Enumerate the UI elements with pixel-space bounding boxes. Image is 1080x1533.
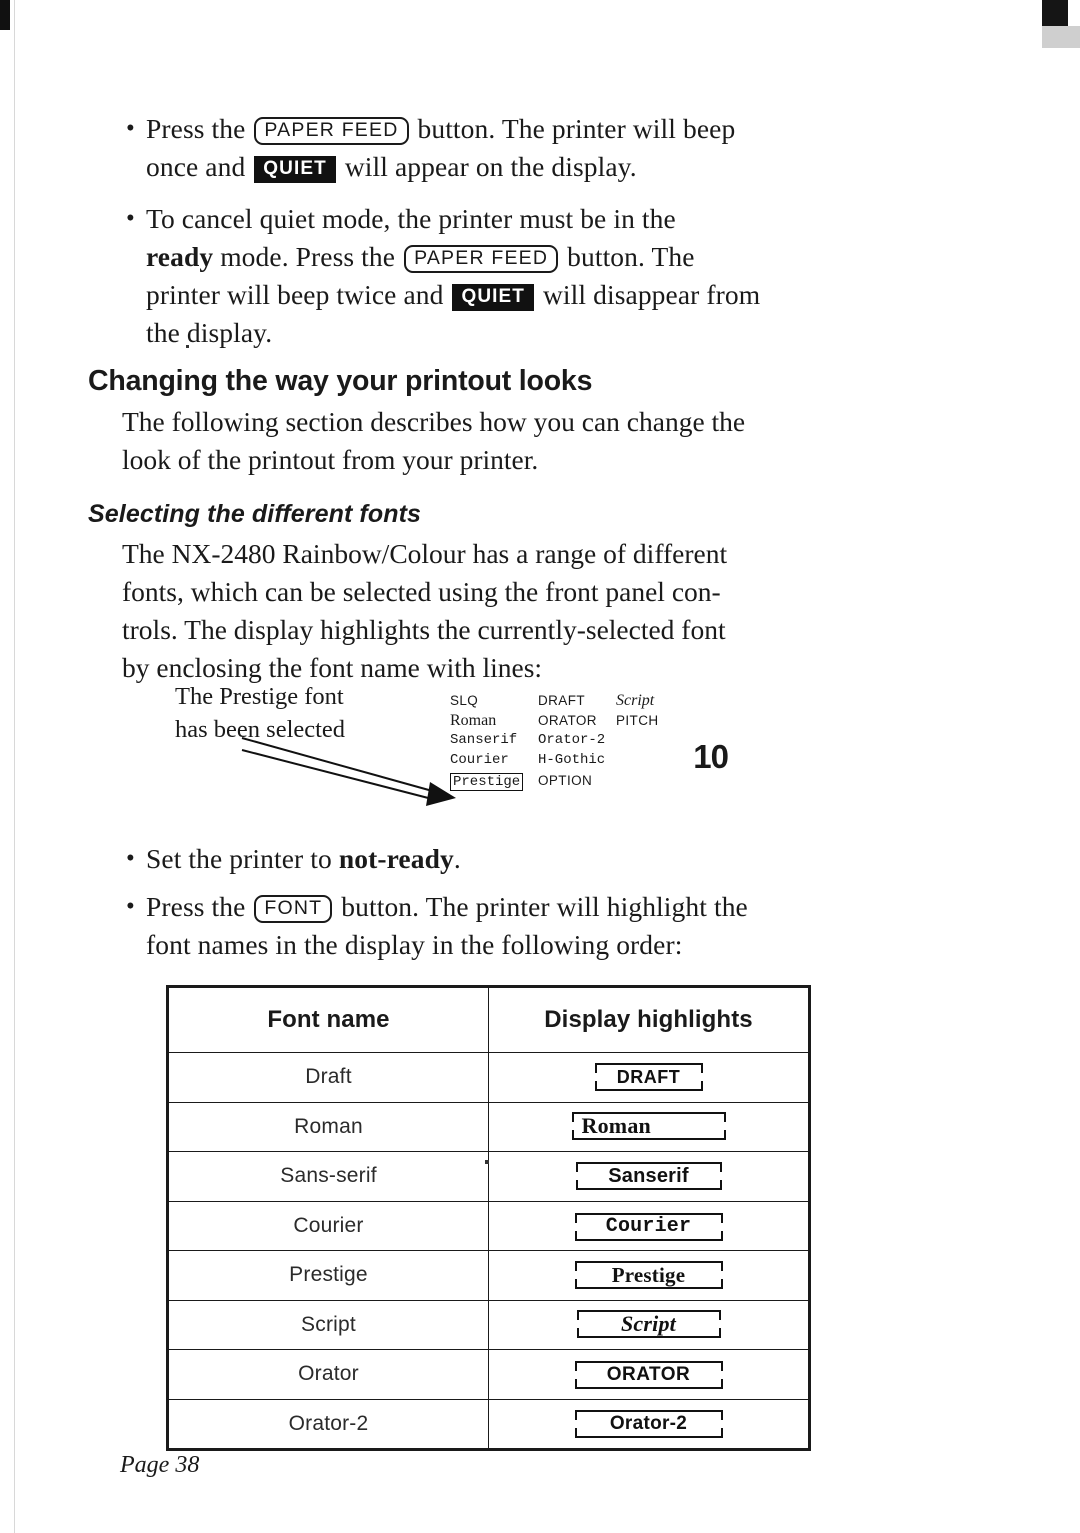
lcd-row-4: Courier H-Gothic bbox=[450, 752, 720, 772]
bullet-marker: • bbox=[126, 115, 135, 142]
cell-display-highlight: Prestige bbox=[488, 1250, 809, 1301]
bullet-cancel-quiet: • To cancel quiet mode, the printer must… bbox=[120, 200, 930, 352]
highlight-text: Sanserif bbox=[608, 1165, 689, 1188]
highlight-text: DRAFT bbox=[616, 1067, 681, 1088]
highlight-box: ORATOR bbox=[574, 1360, 723, 1389]
cell-font-name: Prestige bbox=[168, 1250, 489, 1301]
lcd-label-courier: Courier bbox=[450, 752, 509, 768]
highlight-box: Prestige bbox=[574, 1260, 723, 1289]
lcd-label-prestige-selected: Prestige bbox=[450, 773, 524, 791]
bullet-marker: • bbox=[126, 205, 135, 232]
bullet-text: Press the PAPER FEED button. The printer… bbox=[146, 113, 736, 183]
cell-font-name: Orator-2 bbox=[168, 1398, 489, 1449]
highlight-text: Orator-2 bbox=[609, 1413, 688, 1435]
highlight-text: ORATOR bbox=[606, 1363, 691, 1385]
table-row: Draft DRAFT bbox=[168, 1052, 809, 1103]
bullet-marker: • bbox=[126, 845, 135, 872]
cell-display-highlight: Roman bbox=[488, 1101, 809, 1152]
document-page: • Press the PAPER FEED button. The print… bbox=[0, 0, 1080, 1533]
scan-speck bbox=[485, 1160, 489, 1164]
cell-display-highlight: Script bbox=[488, 1299, 809, 1350]
key-paper-feed: PAPER FEED bbox=[404, 245, 559, 273]
cell-display-highlight: Sanserif bbox=[488, 1151, 809, 1202]
bullet-text: To cancel quiet mode, the printer must b… bbox=[146, 203, 761, 348]
lcd-illustration: The Prestige font has been selected SLQ … bbox=[120, 680, 820, 820]
lcd-chip-quiet: QUIET bbox=[452, 284, 534, 311]
sub-paragraph: The NX-2480 Rainbow/Colour has a range o… bbox=[122, 538, 728, 683]
lcd-pitch-value: 10 bbox=[693, 738, 729, 775]
scan-speck bbox=[186, 345, 189, 348]
highlight-box: Courier bbox=[574, 1212, 723, 1241]
scan-artifact-left bbox=[0, 0, 10, 30]
cell-font-name: Orator bbox=[168, 1349, 489, 1400]
column-header-font-name: Font name bbox=[168, 987, 489, 1053]
table-row: Courier Courier bbox=[168, 1200, 809, 1251]
cell-display-highlight: Courier bbox=[488, 1200, 809, 1251]
section-paragraph: The following section describes how you … bbox=[122, 406, 746, 475]
key-paper-feed: PAPER FEED bbox=[254, 117, 409, 145]
highlight-text: Roman bbox=[581, 1113, 651, 1139]
lcd-row-1: SLQ DRAFT Script bbox=[450, 692, 720, 712]
lcd-label-draft: DRAFT bbox=[538, 693, 585, 708]
table-row: Orator ORATOR bbox=[168, 1349, 809, 1400]
lcd-label-orator: ORATOR bbox=[538, 713, 597, 728]
highlight-box: Sanserif bbox=[575, 1162, 722, 1191]
section-heading: Changing the way your printout looks bbox=[88, 365, 593, 397]
font-order-table: Font name Display highlights Draft DRAFT… bbox=[166, 985, 811, 1451]
lcd-label-script: Script bbox=[616, 692, 655, 709]
lcd-label-pitch: PITCH bbox=[616, 713, 659, 728]
bullet-text: Press the FONT button. The printer will … bbox=[146, 891, 748, 960]
bullet-text: Set the printer to not-ready. bbox=[146, 843, 461, 874]
table-row: Prestige Prestige bbox=[168, 1250, 809, 1301]
lcd-row-3: Sanserif Orator-2 bbox=[450, 732, 720, 752]
table-row: Sans-serif Sanserif bbox=[168, 1151, 809, 1202]
bullet-set-not-ready: • Set the printer to not-ready. bbox=[120, 840, 930, 878]
caption-line-1: The Prestige font bbox=[175, 683, 344, 710]
table-row: Script Script bbox=[168, 1299, 809, 1350]
highlight-box: Orator-2 bbox=[574, 1410, 723, 1439]
table-row: Roman Roman bbox=[168, 1101, 809, 1152]
lcd-label-sanserif: Sanserif bbox=[450, 732, 518, 748]
bullet-paper-feed-quiet: • Press the PAPER FEED button. The print… bbox=[120, 110, 930, 186]
highlight-text: Prestige bbox=[611, 1262, 686, 1287]
lcd-row-2: Roman ORATOR PITCH bbox=[450, 712, 720, 732]
cell-display-highlight: ORATOR bbox=[488, 1349, 809, 1400]
column-header-display-highlights: Display highlights bbox=[488, 987, 809, 1053]
cell-font-name: Roman bbox=[168, 1101, 489, 1152]
highlight-text: Courier bbox=[605, 1214, 692, 1238]
table-header-row: Font name Display highlights bbox=[168, 987, 809, 1053]
lcd-display: SLQ DRAFT Script Roman ORATOR PITCH Sans… bbox=[450, 692, 729, 807]
lcd-chip-quiet: QUIET bbox=[254, 156, 336, 183]
lcd-label-hgothic: H-Gothic bbox=[538, 752, 606, 768]
sub-heading: Selecting the different fonts bbox=[88, 500, 422, 528]
lcd-row-5: Prestige OPTION bbox=[450, 772, 720, 792]
table-row: Orator-2 Orator-2 bbox=[168, 1398, 809, 1449]
page-left-edge bbox=[0, 0, 15, 1533]
bullet-marker: • bbox=[126, 893, 135, 920]
cell-font-name: Sans-serif bbox=[168, 1151, 489, 1202]
cell-font-name: Courier bbox=[168, 1200, 489, 1251]
highlight-box: Script bbox=[576, 1310, 721, 1339]
page-number: Page 38 bbox=[120, 1452, 200, 1478]
cell-font-name: Script bbox=[168, 1299, 489, 1350]
highlight-box: Roman bbox=[571, 1112, 726, 1141]
cell-font-name: Draft bbox=[168, 1052, 489, 1103]
bullet-font-button: • Press the FONT button. The printer wil… bbox=[120, 888, 930, 964]
scan-artifact-corner-gray bbox=[1042, 26, 1080, 48]
lcd-label-orator2: Orator-2 bbox=[538, 732, 606, 748]
lcd-label-option: OPTION bbox=[538, 773, 593, 788]
cell-display-highlight: DRAFT bbox=[488, 1052, 809, 1103]
lcd-label-roman: Roman bbox=[450, 712, 497, 729]
highlight-box: DRAFT bbox=[594, 1063, 703, 1092]
key-font: FONT bbox=[254, 895, 333, 923]
highlight-text: Script bbox=[621, 1311, 676, 1337]
lcd-label-slq: SLQ bbox=[450, 693, 479, 708]
cell-display-highlight: Orator-2 bbox=[488, 1398, 809, 1449]
